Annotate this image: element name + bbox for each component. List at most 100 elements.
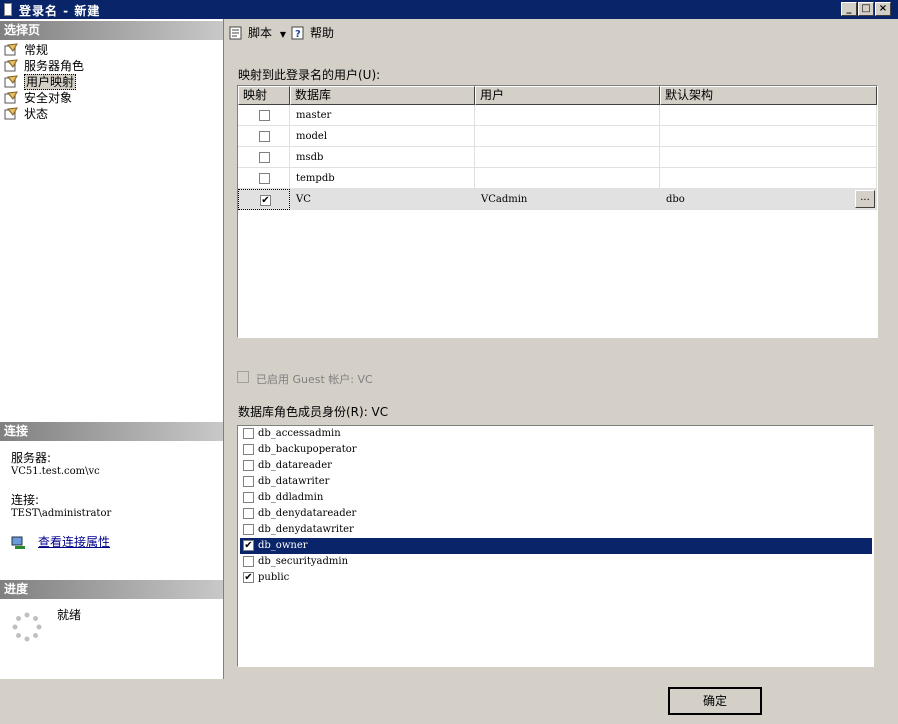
role-checkbox[interactable] <box>243 476 254 487</box>
role-checkbox[interactable] <box>243 460 254 471</box>
map-checkbox[interactable] <box>259 110 270 121</box>
guest-checkbox[interactable] <box>237 371 249 383</box>
column-header-user[interactable]: 用户 <box>475 86 660 105</box>
nav-item-label: 用户映射 <box>24 74 77 90</box>
progress-status: 就绪 <box>57 608 82 622</box>
map-cell: ✔ <box>238 189 290 210</box>
map-checkbox[interactable] <box>259 131 270 142</box>
connection-header: 连接 <box>0 422 223 441</box>
guest-label: 已启用 Guest 帐户: VC <box>256 373 373 386</box>
connection-label: 连接: <box>11 493 40 507</box>
schema-cell[interactable]: dbo <box>660 189 877 210</box>
close-button[interactable]: × <box>875 2 891 16</box>
table-row[interactable]: msdb <box>238 147 877 168</box>
user-cell[interactable] <box>475 105 660 126</box>
view-connection-properties-link[interactable]: 查看连接属性 <box>38 536 110 549</box>
schema-cell[interactable] <box>660 147 877 168</box>
role-checkbox[interactable]: ✔ <box>243 540 254 551</box>
server-label: 服务器: <box>11 451 52 465</box>
role-checkbox[interactable] <box>243 524 254 535</box>
user-cell[interactable] <box>475 168 660 189</box>
role-checkbox[interactable]: ✔ <box>243 572 254 583</box>
server-value: VC51.test.com\vc <box>11 466 100 477</box>
role-name: db_denydatawriter <box>258 524 354 535</box>
left-pane: 选择页 常规 服务器角色 用户映射 安全对象 状态 连接 服务器: VC51.t… <box>0 19 224 679</box>
help-label: 帮助 <box>310 26 335 40</box>
database-cell[interactable]: model <box>290 126 475 147</box>
table-row[interactable]: tempdb <box>238 168 877 189</box>
page-icon <box>4 75 18 88</box>
help-button[interactable]: ? 帮助 <box>290 25 334 41</box>
role-checkbox[interactable] <box>243 492 254 503</box>
mapping-label: 映射到此登录名的用户(U): <box>238 68 381 82</box>
role-item[interactable]: db_datareader <box>240 458 872 474</box>
maximize-button[interactable]: □ <box>858 2 874 16</box>
user-cell[interactable] <box>475 147 660 168</box>
nav-item-label: 状态 <box>24 107 49 121</box>
nav-item-label: 安全对象 <box>24 91 73 105</box>
role-name: db_denydatareader <box>258 508 357 519</box>
user-cell[interactable]: VCadmin <box>475 189 660 210</box>
role-checkbox[interactable] <box>243 444 254 455</box>
role-item[interactable]: ✔ public <box>240 570 872 586</box>
role-name: db_securityadmin <box>258 556 349 567</box>
role-name: db_datawriter <box>258 476 330 487</box>
script-icon <box>229 26 242 40</box>
nav-item-user-mapping[interactable]: 用户映射 <box>4 74 77 90</box>
svg-text:?: ? <box>295 29 301 40</box>
role-checkbox[interactable] <box>243 428 254 439</box>
map-cell <box>238 168 290 189</box>
role-item[interactable]: db_accessadmin <box>240 426 872 442</box>
role-name: db_backupoperator <box>258 444 357 455</box>
user-cell[interactable] <box>475 126 660 147</box>
nav-item-server-roles[interactable]: 服务器角色 <box>4 58 84 74</box>
script-button[interactable]: 脚本 ▼ <box>228 25 286 41</box>
role-item[interactable]: ✔ db_owner <box>240 538 872 554</box>
roles-label: 数据库角色成员身份(R): VC <box>238 405 389 419</box>
database-cell[interactable]: msdb <box>290 147 475 168</box>
map-checkbox[interactable] <box>259 173 270 184</box>
schema-browse-button[interactable]: ... <box>855 190 875 208</box>
role-item[interactable]: db_datawriter <box>240 474 872 490</box>
map-cell <box>238 105 290 126</box>
window-icon <box>4 3 12 16</box>
role-item[interactable]: db_backupoperator <box>240 442 872 458</box>
database-cell[interactable]: tempdb <box>290 168 475 189</box>
role-item[interactable]: db_denydatawriter <box>240 522 872 538</box>
user-mapping-grid: 映射 数据库 用户 默认架构 master model msdb tempdb ✔ VC V… <box>237 85 878 338</box>
ok-button[interactable]: 确定 <box>668 687 762 715</box>
database-cell[interactable]: VC <box>290 189 475 210</box>
role-name: db_accessadmin <box>258 428 341 439</box>
role-item[interactable]: db_securityadmin <box>240 554 872 570</box>
role-checkbox[interactable] <box>243 556 254 567</box>
page-icon <box>4 59 18 72</box>
nav-item-status[interactable]: 状态 <box>4 106 48 122</box>
nav-item-label: 常规 <box>24 43 49 57</box>
nav-item-securables[interactable]: 安全对象 <box>4 90 72 106</box>
role-name: db_ddladmin <box>258 492 324 503</box>
map-checkbox[interactable]: ✔ <box>260 195 271 206</box>
database-cell[interactable]: master <box>290 105 475 126</box>
script-label: 脚本 <box>248 26 273 40</box>
schema-cell[interactable] <box>660 105 877 126</box>
help-icon: ? <box>291 26 304 40</box>
column-header-database[interactable]: 数据库 <box>290 86 475 105</box>
role-checkbox[interactable] <box>243 508 254 519</box>
role-item[interactable]: db_denydatareader <box>240 506 872 522</box>
table-row[interactable]: ✔ VC VCadmin dbo... <box>238 189 877 210</box>
map-checkbox[interactable] <box>259 152 270 163</box>
connection-value: TEST\administrator <box>11 508 112 519</box>
schema-cell[interactable] <box>660 168 877 189</box>
role-item[interactable]: db_ddladmin <box>240 490 872 506</box>
schema-cell[interactable] <box>660 126 877 147</box>
role-name: db_datareader <box>258 460 332 471</box>
table-row[interactable]: model <box>238 126 877 147</box>
minimize-button[interactable]: _ <box>841 2 857 16</box>
connection-properties-icon <box>11 536 25 549</box>
nav-item-general[interactable]: 常规 <box>4 42 48 58</box>
column-header-schema[interactable]: 默认架构 <box>660 86 877 105</box>
column-header-map[interactable]: 映射 <box>238 86 290 105</box>
roles-list: db_accessadmin db_backupoperator db_datare… <box>237 425 874 667</box>
role-name: db_owner <box>258 540 308 551</box>
table-row[interactable]: master <box>238 105 877 126</box>
